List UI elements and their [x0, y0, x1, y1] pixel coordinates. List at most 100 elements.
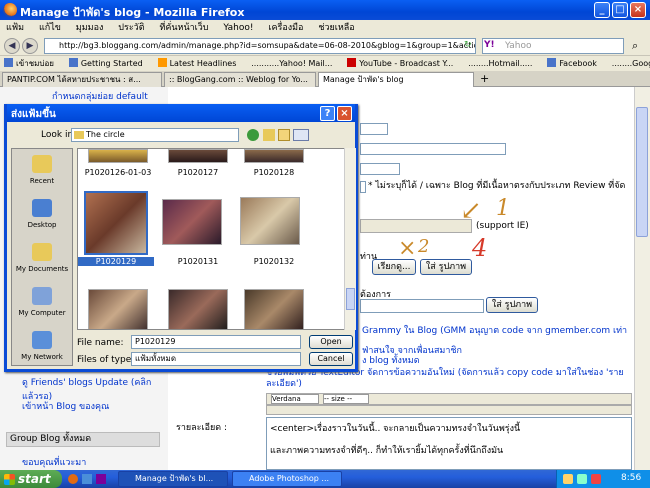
- file-list-scrollbar-thumb[interactable]: [346, 288, 355, 310]
- up-folder-icon[interactable]: [263, 129, 275, 141]
- ie-quicklaunch-icon[interactable]: [82, 474, 92, 484]
- image-url-input[interactable]: [360, 299, 484, 313]
- menu-yahoo[interactable]: Yahoo!: [223, 23, 253, 33]
- forward-button[interactable]: ▶: [22, 38, 38, 54]
- place-my-documents-label: My Documents: [15, 265, 69, 273]
- editor-toolbar-row2: [266, 405, 632, 415]
- editor-toolbar: Verdana -- size --: [266, 393, 632, 405]
- group-link[interactable]: ขอบคุณที่แวะมา: [22, 455, 86, 469]
- review-input[interactable]: [360, 181, 366, 193]
- place-my-documents[interactable]: My Documents: [12, 241, 72, 285]
- menu-edit[interactable]: แก้ไข: [39, 23, 61, 33]
- open-button[interactable]: Open: [309, 335, 353, 349]
- new-folder-icon[interactable]: [278, 129, 290, 141]
- look-in-select[interactable]: The circle: [71, 128, 239, 142]
- place-desktop[interactable]: Desktop: [12, 197, 72, 241]
- file-name[interactable]: P1020132: [236, 257, 312, 266]
- bookmark-google[interactable]: ........Google...: [612, 59, 650, 68]
- grammy-link[interactable]: Grammy ใน Blog (GMM อนุญาต code จาก gmem…: [362, 323, 634, 337]
- bookmark-yahoo-mail[interactable]: ...........Yahoo! Mail...: [251, 59, 332, 68]
- place-my-network[interactable]: My Network: [12, 329, 72, 373]
- menu-bookmarks[interactable]: ที่คั่นหน้าเว็บ: [159, 23, 208, 33]
- bookmark-most-visited[interactable]: เข้าชมบ่อย: [4, 58, 54, 68]
- place-desktop-label: Desktop: [27, 221, 57, 229]
- file-name[interactable]: P1020131: [160, 257, 236, 266]
- file-thumbnail[interactable]: [88, 289, 148, 329]
- dialog-close-button[interactable]: ×: [337, 106, 352, 121]
- file-list[interactable]: P1020126-01-03 P1020127 P1020128 P102012…: [77, 148, 356, 330]
- navigation-bar: ◀ ▶ http://bg3.bloggang.com/admin/manage…: [0, 36, 650, 56]
- firefox-icon: [3, 3, 17, 17]
- place-my-computer[interactable]: My Computer: [12, 285, 72, 329]
- review-note: * ไม่ระบุก็ได้ / เฉพาะ Blog ที่มีเนื้อหา…: [368, 181, 626, 191]
- close-button[interactable]: ×: [630, 2, 646, 18]
- bookmark-youtube[interactable]: YouTube - Broadcast Y...: [347, 58, 453, 68]
- menu-file[interactable]: แฟ้ม: [6, 23, 24, 33]
- my-blog-link[interactable]: เข้าหน้า Blog ของคุณ: [22, 399, 109, 413]
- maximize-button[interactable]: □: [612, 2, 628, 18]
- tab-manage-blog[interactable]: Manage ป้าพัด's blog: [318, 72, 474, 87]
- menu-history[interactable]: ประวัติ: [118, 23, 144, 33]
- detail-textarea[interactable]: <center>เรื่องราวในวันนี้.. จะกลายเป็นคว…: [266, 417, 632, 470]
- place-recent-label: Recent: [29, 177, 55, 185]
- tray-icon[interactable]: [577, 474, 587, 484]
- menu-tools[interactable]: เครื่องมือ: [268, 23, 303, 33]
- yahoo-icon: Y!: [484, 40, 495, 50]
- bookmark-hotmail[interactable]: ........Hotmail.....: [468, 59, 532, 68]
- browse-button[interactable]: เรียกดู...: [372, 259, 416, 275]
- view-menu-icon[interactable]: [293, 129, 309, 141]
- file-thumbnail[interactable]: [88, 149, 148, 163]
- file-thumbnail[interactable]: [168, 149, 228, 163]
- file-thumbnail[interactable]: [240, 197, 300, 245]
- file-thumbnail[interactable]: [244, 289, 304, 329]
- url-input[interactable]: http://bg3.bloggang.com/admin/manage.php…: [44, 38, 476, 54]
- back-icon[interactable]: [247, 129, 259, 141]
- bookmark-getting-started[interactable]: Getting Started: [68, 58, 143, 68]
- page-scrollbar-thumb[interactable]: [636, 107, 648, 237]
- file-name[interactable]: P1020128: [236, 168, 312, 177]
- tray-icon[interactable]: [591, 474, 601, 484]
- bookmark-latest-headlines[interactable]: Latest Headlines: [157, 58, 236, 68]
- file-thumbnail[interactable]: [168, 289, 228, 329]
- reload-icon[interactable]: ↻: [464, 40, 472, 50]
- file-thumbnail[interactable]: [244, 149, 304, 163]
- insert-image-button-2[interactable]: ใส่ รูปภาพ: [486, 297, 538, 313]
- blog-all-link[interactable]: ง blog ทั้งหมด: [362, 353, 420, 367]
- font-select[interactable]: Verdana: [271, 394, 319, 404]
- file-name[interactable]: P1020126-01-03: [80, 168, 156, 177]
- yahoo-quicklaunch-icon[interactable]: [96, 474, 106, 484]
- minimize-button[interactable]: _: [594, 2, 610, 18]
- task-firefox[interactable]: Manage ป้าพัด's bl...: [118, 471, 228, 487]
- bookmark-facebook[interactable]: Facebook: [547, 58, 597, 68]
- file-list-scrollbar[interactable]: [344, 148, 356, 330]
- tab-pantip[interactable]: PANTIP.COM ได้สหายประชาชน : ส...: [2, 72, 162, 87]
- tab-bloggang[interactable]: :: BlogGang.com :: Weblog for Yo...: [164, 72, 316, 87]
- window-title: Manage ป้าพัด's blog - Mozilla Firefox: [20, 6, 245, 19]
- help-button[interactable]: ?: [320, 106, 335, 121]
- select-review[interactable]: [360, 163, 400, 175]
- file-thumbnail[interactable]: [162, 199, 222, 245]
- file-type-select[interactable]: แฟ้มทั้งหมด: [131, 352, 301, 366]
- menu-help[interactable]: ช่วยเหลือ: [318, 23, 354, 33]
- task-photoshop[interactable]: Adobe Photoshop ...: [232, 471, 342, 487]
- place-recent[interactable]: Recent: [12, 153, 72, 197]
- title-input[interactable]: [360, 143, 506, 155]
- menu-view[interactable]: มุมมอง: [76, 23, 104, 33]
- select-category[interactable]: [360, 123, 388, 135]
- firefox-quicklaunch-icon[interactable]: [68, 474, 78, 484]
- file-thumbnail-selected[interactable]: [84, 191, 148, 255]
- group-blog-header: Group Blog ทั้งหมด: [6, 432, 160, 447]
- rss-icon: [157, 58, 167, 67]
- file-name-input[interactable]: P1020129: [131, 335, 301, 349]
- new-tab-icon[interactable]: +: [480, 72, 489, 85]
- back-button[interactable]: ◀: [4, 38, 20, 54]
- file-name[interactable]: P1020127: [160, 168, 236, 177]
- cancel-button[interactable]: Cancel: [309, 352, 353, 366]
- search-icon[interactable]: ⌕: [632, 39, 638, 53]
- file-name-selected[interactable]: P1020129: [78, 257, 154, 266]
- search-input[interactable]: Yahoo: [482, 38, 624, 54]
- default-subgroup-link[interactable]: กำหนดกลุ่มย่อย default: [52, 89, 148, 103]
- insert-image-button[interactable]: ใส่ รูปภาพ: [420, 259, 472, 275]
- size-select[interactable]: -- size --: [323, 394, 369, 404]
- tray-icon[interactable]: [563, 474, 573, 484]
